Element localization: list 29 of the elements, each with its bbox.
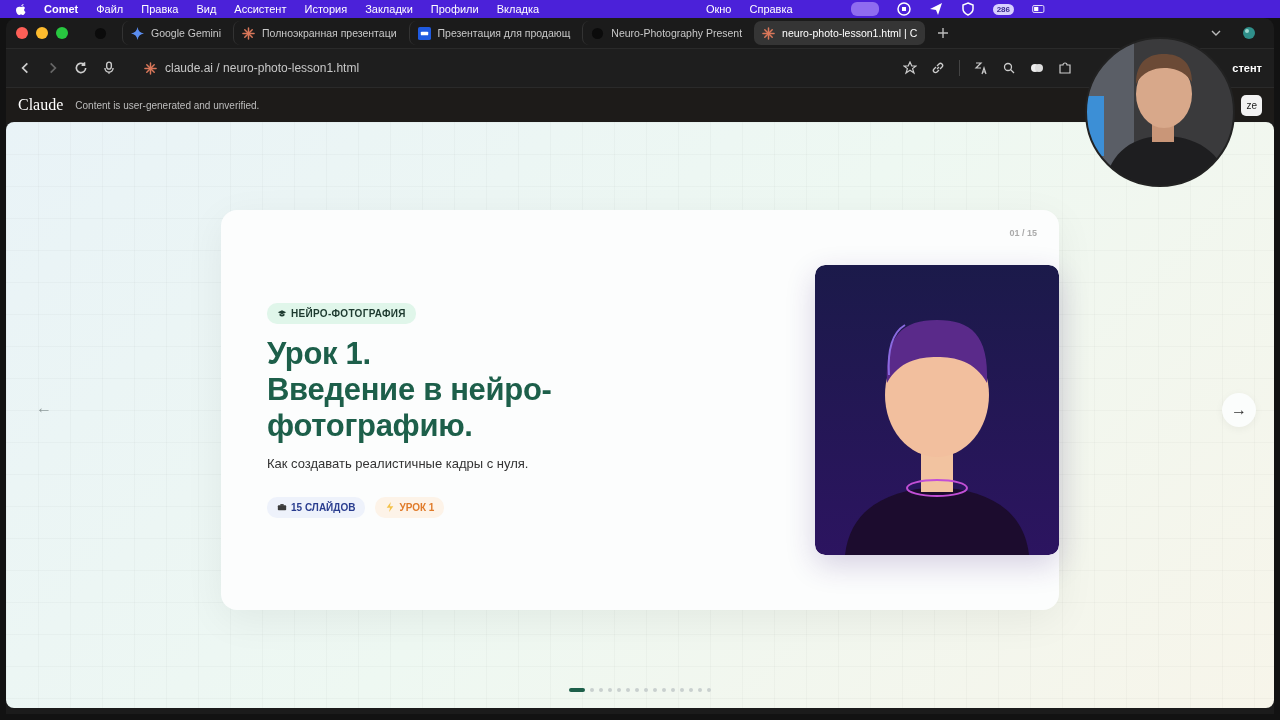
- notice-text: Content is user-generated and unverified.: [75, 99, 260, 111]
- assistant-button[interactable]: стент: [1232, 62, 1262, 74]
- menu-item[interactable]: Ассистент: [234, 3, 287, 15]
- menu-item[interactable]: Comet: [44, 3, 79, 15]
- menu-item[interactable]: Справка: [749, 3, 793, 15]
- topic-tag: НЕЙРО-ФОТОГРАФИЯ: [267, 302, 416, 324]
- browser-tab[interactable]: Полноэкранная презентаци: [233, 21, 405, 45]
- menu-item[interactable]: Профили: [430, 3, 479, 15]
- info-chip: УРОК 1: [375, 496, 445, 518]
- menu-item[interactable]: Файл: [96, 3, 124, 15]
- menu-item[interactable]: Закладки: [365, 3, 413, 15]
- browser-tab[interactable]: Neuro-Photography Present: [582, 21, 751, 45]
- browser-tab[interactable]: Google Gemini: [122, 21, 230, 45]
- customize-button[interactable]: ze: [1241, 94, 1262, 116]
- address-field[interactable]: claude.ai / neuro-photo-lesson1.html: [140, 59, 364, 77]
- slide-counter: 01 / 15: [1009, 228, 1037, 238]
- next-button[interactable]: →: [1222, 393, 1256, 427]
- menu-item[interactable]: Окно: [705, 3, 732, 15]
- notification-badge[interactable]: 286: [992, 3, 1014, 15]
- menu-item[interactable]: Вид: [196, 3, 217, 15]
- menu-item[interactable]: История: [304, 3, 348, 15]
- browser-tab[interactable]: Презентация для продающ: [408, 21, 579, 45]
- menu-item[interactable]: Вкладка: [496, 3, 540, 15]
- menu-item[interactable]: Правка: [141, 3, 179, 15]
- slide-subtitle: Как создавать реалистичные кадры с нуля.: [267, 455, 529, 471]
- info-chip: 15 СЛАЙДОВ: [267, 496, 366, 518]
- slide-title: Урок 1. Введение в нейро- фотографию.: [267, 335, 552, 444]
- browser-tab[interactable]: neuro-photo-lesson1.html | C: [754, 21, 926, 45]
- claude-logo[interactable]: Claude: [18, 96, 64, 114]
